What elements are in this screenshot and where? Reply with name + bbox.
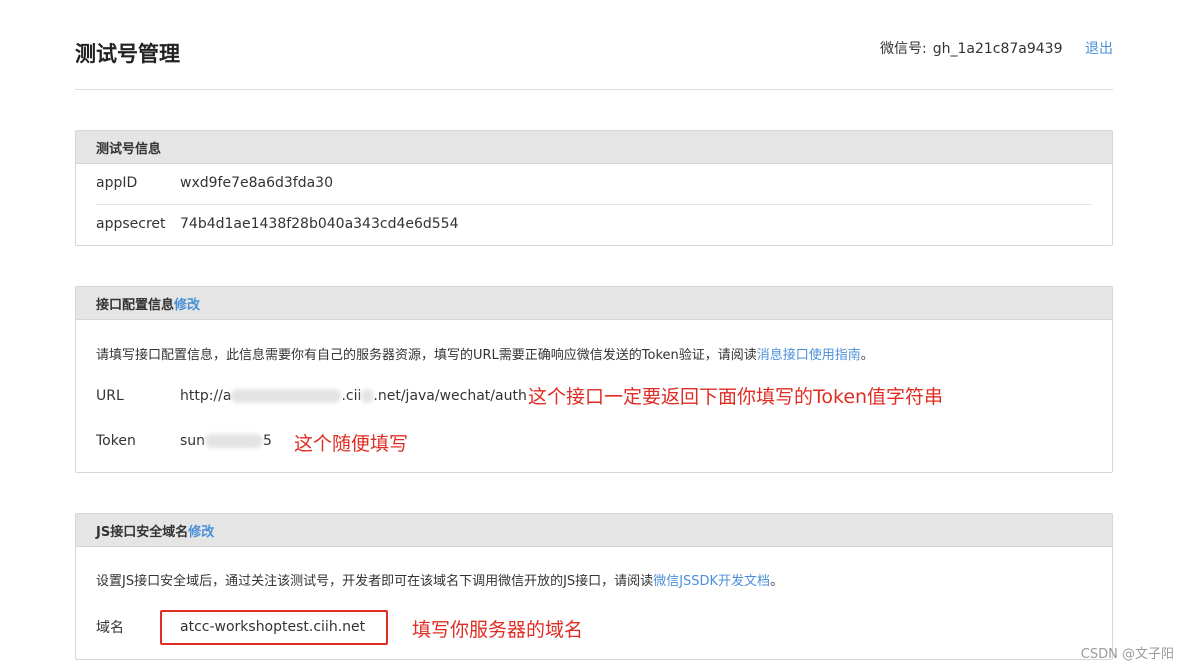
- appid-value: wxd9fe7e8a6d3fda30: [180, 175, 333, 191]
- redacted-blur: [231, 389, 342, 403]
- api-config-description: 请填写接口配置信息，此信息需要你有自己的服务器资源，填写的URL需要正确响应微信…: [96, 344, 874, 363]
- js-domain-description: 设置JS接口安全域后，通过关注该测试号，开发者即可在该域名下调用微信开放的JS接…: [96, 570, 783, 589]
- edit-js-domain-link[interactable]: 修改: [188, 521, 214, 540]
- logout-link[interactable]: 退出: [1085, 38, 1113, 58]
- api-config-panel: 接口配置信息 修改 请填写接口配置信息，此信息需要你有自己的服务器资源，填写的UR…: [75, 286, 1113, 473]
- account-id: gh_1a21c87a9439: [932, 41, 1063, 57]
- appid-row: appID wxd9fe7e8a6d3fda30: [96, 175, 333, 191]
- row-divider: [96, 204, 1092, 205]
- account-label: 微信号:: [880, 41, 927, 57]
- token-label: Token: [96, 433, 136, 449]
- token-row: Token sun 5: [96, 433, 272, 449]
- token-value-end: 5: [263, 433, 272, 449]
- test-account-panel: 测试号信息 appID wxd9fe7e8a6d3fda30 appsecret…: [75, 130, 1113, 246]
- description-text: 请填写接口配置信息，此信息需要你有自己的服务器资源，填写的URL需要正确响应微信…: [96, 348, 757, 363]
- token-value: sun 5: [180, 433, 272, 449]
- panel-title: 接口配置信息: [96, 297, 175, 313]
- watermark: CSDN @文子阳: [1080, 647, 1174, 662]
- redacted-blur: [361, 389, 374, 403]
- panel-header: 测试号信息: [76, 131, 1112, 164]
- token-value-start: sun: [180, 433, 206, 449]
- appsecret-value: 74b4d1ae1438f28b040a343cd4e6d554: [180, 216, 459, 232]
- domain-highlight-box: [160, 610, 388, 645]
- appid-label: appID: [96, 175, 138, 191]
- redacted-blur: [205, 434, 264, 448]
- url-value-end: .net/java/wechat/auth: [373, 388, 527, 404]
- panel-title: 测试号信息: [96, 141, 162, 157]
- url-value: http://a .cii .net/java/wechat/auth: [180, 388, 527, 404]
- panel-header: 接口配置信息 修改: [76, 287, 1112, 320]
- url-annotation: 这个接口一定要返回下面你填写的Token值字符串: [528, 386, 944, 408]
- edit-api-config-link[interactable]: 修改: [174, 294, 200, 313]
- token-annotation: 这个随便填写: [294, 433, 409, 455]
- account-info: 微信号: gh_1a21c87a9439: [880, 38, 1063, 58]
- panel-header: JS接口安全域名 修改: [76, 514, 1112, 547]
- url-label: URL: [96, 388, 124, 404]
- description-text: 设置JS接口安全域后，通过关注该测试号，开发者即可在该域名下调用微信开放的JS接…: [96, 574, 654, 589]
- message-api-guide-link[interactable]: 消息接口使用指南: [757, 348, 861, 363]
- description-end: 。: [770, 574, 784, 589]
- url-row: URL http://a .cii .net/java/wechat/auth: [96, 388, 527, 404]
- appsecret-label: appsecret: [96, 216, 166, 232]
- panel-title: JS接口安全域名: [96, 524, 189, 540]
- jssdk-doc-link[interactable]: 微信JSSDK开发文档: [653, 574, 770, 589]
- domain-annotation: 填写你服务器的域名: [412, 619, 584, 641]
- description-end: 。: [860, 348, 874, 363]
- title-divider: [75, 89, 1113, 90]
- url-value-start: http://a: [180, 388, 232, 404]
- url-value-mid: .cii: [341, 388, 362, 404]
- appsecret-row: appsecret 74b4d1ae1438f28b040a343cd4e6d5…: [96, 216, 459, 232]
- page-title: 测试号管理: [75, 42, 180, 66]
